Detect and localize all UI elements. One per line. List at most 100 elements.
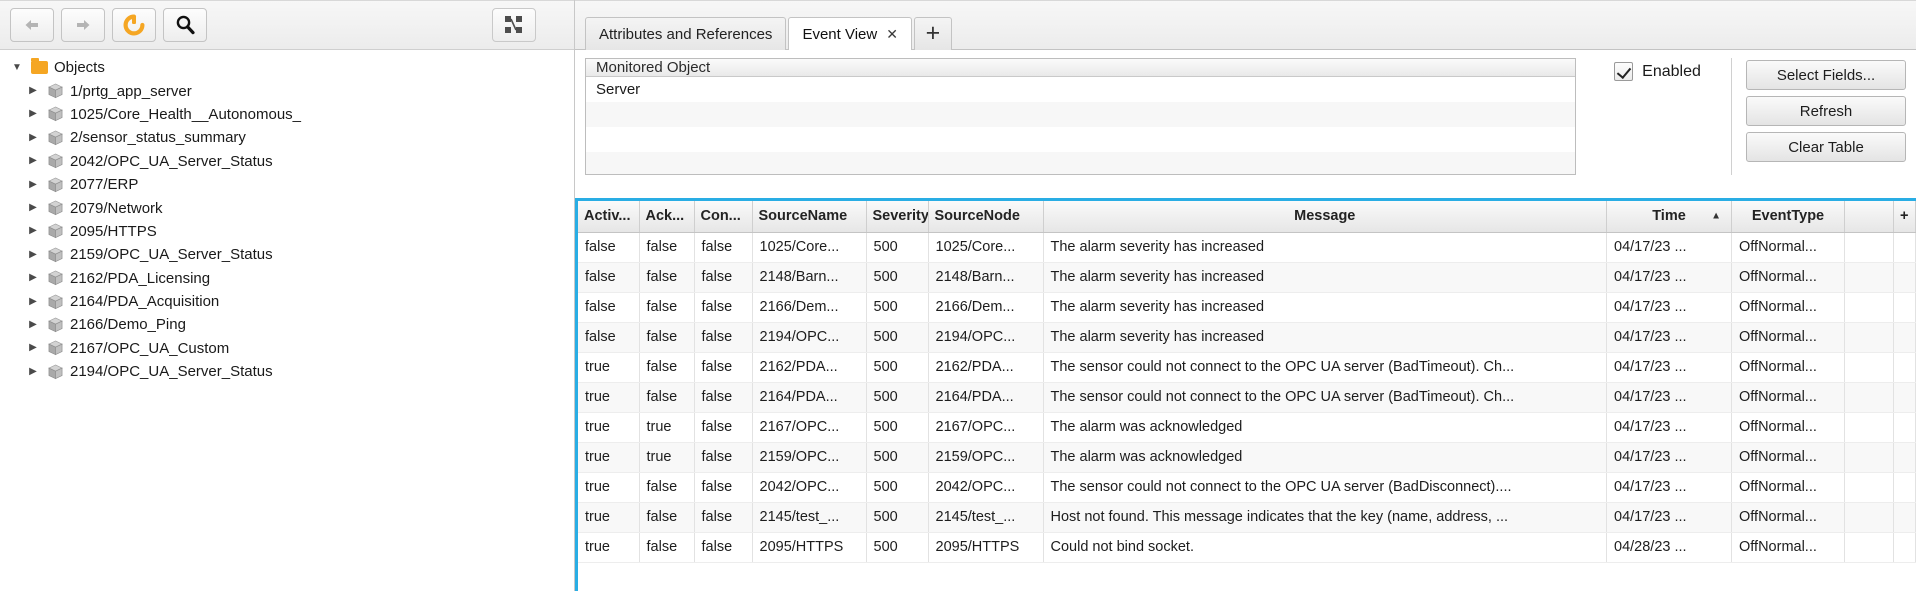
column-header-ack[interactable]: Ack...: [639, 201, 694, 232]
tree-item[interactable]: 2042/OPC_UA_Server_Status: [0, 150, 574, 173]
tree-item[interactable]: 2159/OPC_UA_Server_Status: [0, 243, 574, 266]
table-row[interactable]: truefalsefalse2095/HTTPS5002095/HTTPSCou…: [578, 532, 1916, 562]
enabled-section: Enabled: [1584, 58, 1732, 175]
tree-item[interactable]: 2077/ERP: [0, 173, 574, 196]
column-header-sourcenode[interactable]: SourceNode: [928, 201, 1043, 232]
tree-item[interactable]: 1/prtg_app_server: [0, 79, 574, 102]
chevron-right-icon[interactable]: [24, 273, 42, 283]
table-row[interactable]: falsefalsefalse2166/Dem...5002166/Dem...…: [578, 292, 1916, 322]
chevron-right-icon[interactable]: [24, 203, 42, 213]
cell-ack: false: [639, 352, 694, 382]
column-header-eventtype[interactable]: EventType: [1732, 201, 1845, 232]
column-header-time[interactable]: Time▲: [1607, 201, 1732, 232]
tree-item[interactable]: 2194/OPC_UA_Server_Status: [0, 360, 574, 383]
column-header-sourcename[interactable]: SourceName: [752, 201, 866, 232]
chevron-right-icon[interactable]: [24, 250, 42, 260]
table-row[interactable]: falsefalsefalse2194/OPC...5002194/OPC...…: [578, 322, 1916, 352]
clear-table-button[interactable]: Clear Table: [1746, 132, 1906, 162]
cell-message: The alarm severity has increased: [1043, 292, 1607, 322]
column-header-blank[interactable]: [1845, 201, 1894, 232]
add-tab-button[interactable]: +: [914, 17, 952, 50]
column-header-plus[interactable]: +: [1894, 201, 1916, 232]
enabled-checkbox[interactable]: [1614, 62, 1633, 81]
chevron-right-icon[interactable]: [24, 367, 42, 377]
cell-time: 04/28/23 ...: [1607, 532, 1732, 562]
cell-sourcename: 2145/test_...: [752, 502, 866, 532]
event-view-panel: Attributes and ReferencesEvent View✕ + M…: [575, 0, 1916, 591]
chevron-right-icon[interactable]: [24, 180, 42, 190]
tree-item-label: 2164/PDA_Acquisition: [68, 293, 219, 310]
cell-time: 04/17/23 ...: [1607, 442, 1732, 472]
cell-blank: [1845, 352, 1894, 382]
cell-message: The alarm was acknowledged: [1043, 412, 1607, 442]
cell-con: false: [694, 292, 752, 322]
cell-sourcename: 2167/OPC...: [752, 412, 866, 442]
table-row[interactable]: truetruefalse2159/OPC...5002159/OPC...Th…: [578, 442, 1916, 472]
tab-attributes-and-references[interactable]: Attributes and References: [585, 17, 786, 50]
chevron-down-icon[interactable]: [8, 63, 26, 73]
table-row[interactable]: falsefalsefalse1025/Core...5001025/Core.…: [578, 232, 1916, 262]
chevron-right-icon[interactable]: [24, 343, 42, 353]
refresh-button[interactable]: [112, 8, 156, 42]
cube-icon: [48, 200, 63, 216]
select-fields-button[interactable]: Select Fields...: [1746, 60, 1906, 90]
tree-item[interactable]: 1025/Core_Health__Autonomous_: [0, 103, 574, 126]
cell-plus: [1894, 292, 1916, 322]
table-row[interactable]: falsefalsefalse2148/Barn...5002148/Barn.…: [578, 262, 1916, 292]
tree-item[interactable]: 2167/OPC_UA_Custom: [0, 337, 574, 360]
cell-sourcename: 2042/OPC...: [752, 472, 866, 502]
cell-severity: 500: [866, 442, 928, 472]
cell-severity: 500: [866, 232, 928, 262]
cube-icon: [42, 83, 68, 99]
cell-plus: [1894, 232, 1916, 262]
cell-severity: 500: [866, 412, 928, 442]
tree-item[interactable]: 2162/PDA_Licensing: [0, 267, 574, 290]
tab-event-view[interactable]: Event View✕: [788, 17, 912, 50]
chevron-right-icon[interactable]: [24, 320, 42, 330]
tree-item-label: 2079/Network: [68, 200, 163, 217]
cell-sourcenode: 2167/OPC...: [928, 412, 1043, 442]
table-row[interactable]: truefalsefalse2042/OPC...5002042/OPC...T…: [578, 472, 1916, 502]
column-header-message[interactable]: Message: [1043, 201, 1607, 232]
tree-item-label: 2194/OPC_UA_Server_Status: [68, 363, 273, 380]
event-table-container[interactable]: Activ...Ack...Con...SourceNameSeveritySo…: [575, 198, 1916, 591]
chevron-right-icon[interactable]: [24, 156, 42, 166]
chevron-right-icon[interactable]: [24, 109, 42, 119]
cell-blank: [1845, 532, 1894, 562]
tree-item-label: 2077/ERP: [68, 176, 138, 193]
forward-button[interactable]: [61, 8, 105, 42]
tree-item[interactable]: 2166/Demo_Ping: [0, 313, 574, 336]
column-header-con[interactable]: Con...: [694, 201, 752, 232]
cell-blank: [1845, 472, 1894, 502]
monitored-object-list: Server: [586, 77, 1575, 175]
chevron-right-icon[interactable]: [24, 86, 42, 96]
chevron-right-icon[interactable]: [24, 133, 42, 143]
tree-item[interactable]: 2164/PDA_Acquisition: [0, 290, 574, 313]
tree-item[interactable]: 2/sensor_status_summary: [0, 126, 574, 149]
cell-plus: [1894, 322, 1916, 352]
action-buttons: Select Fields... Refresh Clear Table: [1746, 58, 1906, 175]
monitored-object-row[interactable]: Server: [586, 77, 1575, 102]
column-header-severity[interactable]: Severity: [866, 201, 928, 232]
cell-message: The alarm severity has increased: [1043, 322, 1607, 352]
tree-item[interactable]: 2095/HTTPS: [0, 220, 574, 243]
cell-active: false: [578, 232, 639, 262]
table-row[interactable]: truefalsefalse2164/PDA...5002164/PDA...T…: [578, 382, 1916, 412]
refresh-button[interactable]: Refresh: [1746, 96, 1906, 126]
search-button[interactable]: [163, 8, 207, 42]
close-icon[interactable]: ✕: [886, 27, 898, 41]
table-row[interactable]: truefalsefalse2162/PDA...5002162/PDA...T…: [578, 352, 1916, 382]
tree-root-objects[interactable]: Objects: [0, 56, 574, 79]
chevron-right-icon[interactable]: [24, 226, 42, 236]
tabs-host: Attributes and ReferencesEvent View✕: [585, 16, 912, 49]
cell-ack: false: [639, 232, 694, 262]
back-button[interactable]: [10, 8, 54, 42]
table-row[interactable]: truetruefalse2167/OPC...5002167/OPC...Th…: [578, 412, 1916, 442]
cell-plus: [1894, 412, 1916, 442]
tree-item[interactable]: 2079/Network: [0, 196, 574, 219]
column-header-active[interactable]: Activ...: [578, 201, 639, 232]
chevron-right-icon[interactable]: [24, 297, 42, 307]
cell-message: The alarm severity has increased: [1043, 262, 1607, 292]
node-graph-button[interactable]: [492, 8, 536, 42]
table-row[interactable]: truefalsefalse2145/test_...5002145/test_…: [578, 502, 1916, 532]
